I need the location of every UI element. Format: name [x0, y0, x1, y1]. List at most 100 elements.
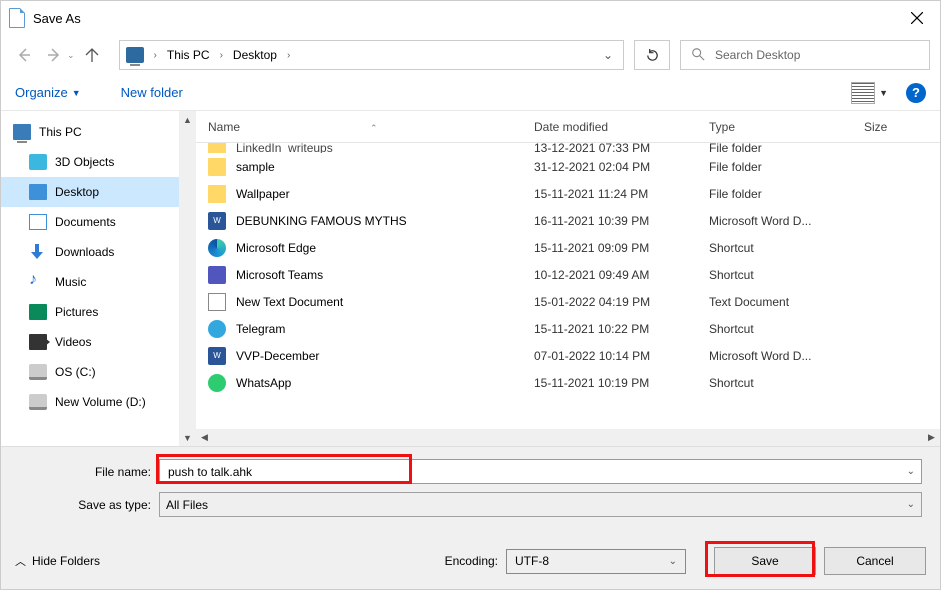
- file-row[interactable]: LinkedIn_writeups 13-12-2021 07:33 PMFile…: [208, 143, 940, 153]
- file-type: Text Document: [709, 295, 864, 309]
- file-name: DEBUNKING FAMOUS MYTHS: [236, 214, 407, 228]
- file-row[interactable]: Telegram15-11-2021 10:22 PMShortcut: [208, 315, 940, 342]
- hide-folders-button[interactable]: ︿ Hide Folders: [15, 553, 100, 569]
- documents-icon: [29, 214, 47, 230]
- sidebar-item-3d-objects[interactable]: 3D Objects: [1, 147, 179, 177]
- history-dropdown[interactable]: ⌄: [67, 50, 75, 61]
- save-as-type-label: Save as type:: [11, 498, 159, 512]
- sidebar-scrollbar[interactable]: ▲ ▼: [179, 111, 196, 446]
- file-date: 10-12-2021 09:49 AM: [534, 268, 709, 282]
- column-date[interactable]: Date modified: [534, 120, 709, 134]
- file-date: 15-01-2022 04:19 PM: [534, 295, 709, 309]
- breadcrumb-desktop[interactable]: Desktop: [229, 48, 281, 62]
- view-options-button[interactable]: [851, 82, 875, 104]
- breadcrumb[interactable]: › This PC › Desktop › ⌄: [119, 40, 624, 70]
- sidebar: This PC 3D Objects Desktop Documents Dow…: [1, 111, 196, 446]
- sidebar-item-this-pc[interactable]: This PC: [1, 117, 179, 147]
- file-name: Telegram: [236, 322, 285, 336]
- file-icon: W: [208, 212, 226, 230]
- file-row[interactable]: WVVP-December07-01-2022 10:14 PMMicrosof…: [208, 342, 940, 369]
- encoding-select[interactable]: UTF-8 ⌄: [506, 549, 686, 574]
- close-button[interactable]: [894, 1, 940, 35]
- pictures-icon: [29, 304, 47, 320]
- save-button[interactable]: Save: [714, 547, 816, 575]
- forward-button[interactable]: [41, 42, 67, 68]
- file-row[interactable]: Wallpaper15-11-2021 11:24 PMFile folder: [208, 180, 940, 207]
- cube-icon: [29, 154, 47, 170]
- chevron-down-icon[interactable]: ⌄: [901, 499, 915, 510]
- file-date: 16-11-2021 10:39 PM: [534, 214, 709, 228]
- file-row[interactable]: Microsoft Teams10-12-2021 09:49 AMShortc…: [208, 261, 940, 288]
- file-row[interactable]: W DEBUNKING FAMOUS MYTHS 16-11-2021 10:39 …: [208, 207, 940, 234]
- sidebar-item-volume-d[interactable]: New Volume (D:): [1, 387, 179, 417]
- sidebar-item-documents[interactable]: Documents: [1, 207, 179, 237]
- file-row[interactable]: sample31-12-2021 02:04 PMFile folder: [208, 153, 940, 180]
- sidebar-item-desktop[interactable]: Desktop: [1, 177, 179, 207]
- chevron-down-icon[interactable]: ⌄: [901, 466, 915, 477]
- close-icon: [911, 12, 923, 24]
- toolbar: Organize ▼ New folder ▼ ?: [1, 75, 940, 111]
- window-title: Save As: [33, 11, 81, 26]
- column-headers: Name⌃ Date modified Type Size: [196, 111, 940, 143]
- back-button[interactable]: [11, 42, 37, 68]
- file-name: LinkedIn_writeups: [236, 143, 333, 153]
- videos-icon: [29, 334, 47, 350]
- filename-field[interactable]: [166, 464, 901, 480]
- sidebar-item-downloads[interactable]: Downloads: [1, 237, 179, 267]
- help-button[interactable]: ?: [906, 83, 926, 103]
- file-icon: [208, 158, 226, 176]
- sidebar-item-pictures[interactable]: Pictures: [1, 297, 179, 327]
- scroll-down-icon[interactable]: ▼: [179, 429, 196, 446]
- file-name: New Text Document: [236, 295, 343, 309]
- refresh-button[interactable]: [634, 40, 670, 70]
- refresh-icon: [645, 48, 660, 63]
- up-button[interactable]: [79, 42, 105, 68]
- save-form: File name: ⌄ Save as type: All Files ⌄: [1, 446, 940, 529]
- chevron-right-icon: ›: [281, 50, 296, 61]
- search-input[interactable]: Search Desktop: [680, 40, 930, 70]
- file-type: File folder: [709, 143, 864, 153]
- pc-icon: [13, 124, 31, 140]
- filename-input[interactable]: ⌄: [159, 459, 922, 484]
- organize-button[interactable]: Organize: [15, 85, 68, 100]
- file-row[interactable]: WhatsApp15-11-2021 10:19 PMShortcut: [208, 369, 940, 396]
- file-row[interactable]: Microsoft Edge15-11-2021 09:09 PMShortcu…: [208, 234, 940, 261]
- file-icon: [208, 185, 226, 203]
- column-name[interactable]: Name⌃: [208, 120, 534, 134]
- file-type: Microsoft Word D...: [709, 214, 864, 228]
- document-icon: [9, 8, 25, 28]
- file-date: 15-11-2021 10:22 PM: [534, 322, 709, 336]
- file-icon: [208, 239, 226, 257]
- file-type: Shortcut: [709, 376, 864, 390]
- file-type: File folder: [709, 160, 864, 174]
- sidebar-item-videos[interactable]: Videos: [1, 327, 179, 357]
- chevron-down-icon: ▼: [72, 88, 81, 98]
- file-name: VVP-December: [236, 349, 319, 363]
- file-row[interactable]: New Text Document 15-01-2022 04:19 PMText…: [208, 288, 940, 315]
- horizontal-scrollbar[interactable]: ◀ ▶: [196, 429, 940, 446]
- download-icon: [29, 244, 47, 260]
- chevron-down-icon[interactable]: ▼: [879, 88, 888, 98]
- sidebar-item-os-c[interactable]: OS (C:): [1, 357, 179, 387]
- save-as-type-select[interactable]: All Files ⌄: [159, 492, 922, 517]
- scroll-left-icon[interactable]: ◀: [196, 432, 213, 443]
- file-type: Microsoft Word D...: [709, 349, 864, 363]
- filename-label: File name:: [11, 465, 159, 479]
- column-type[interactable]: Type: [709, 120, 864, 134]
- file-icon: [208, 293, 226, 311]
- file-name: Microsoft Edge: [236, 241, 316, 255]
- scroll-up-icon[interactable]: ▲: [179, 111, 196, 128]
- arrow-right-icon: [46, 47, 62, 63]
- file-date: 15-11-2021 09:09 PM: [534, 241, 709, 255]
- sidebar-item-music[interactable]: ♪Music: [1, 267, 179, 297]
- file-date: 13-12-2021 07:33 PM: [534, 143, 709, 153]
- breadcrumb-dropdown[interactable]: ⌄: [595, 48, 621, 62]
- breadcrumb-this-pc[interactable]: This PC: [163, 48, 214, 62]
- new-folder-button[interactable]: New folder: [121, 85, 183, 100]
- file-list-pane: Name⌃ Date modified Type Size LinkedIn_w…: [196, 111, 940, 446]
- column-size[interactable]: Size: [864, 120, 912, 134]
- scroll-right-icon[interactable]: ▶: [923, 432, 940, 443]
- cancel-button[interactable]: Cancel: [824, 547, 926, 575]
- search-icon: [691, 47, 705, 64]
- dialog-footer: ︿ Hide Folders Encoding: UTF-8 ⌄ Save Ca…: [1, 529, 940, 589]
